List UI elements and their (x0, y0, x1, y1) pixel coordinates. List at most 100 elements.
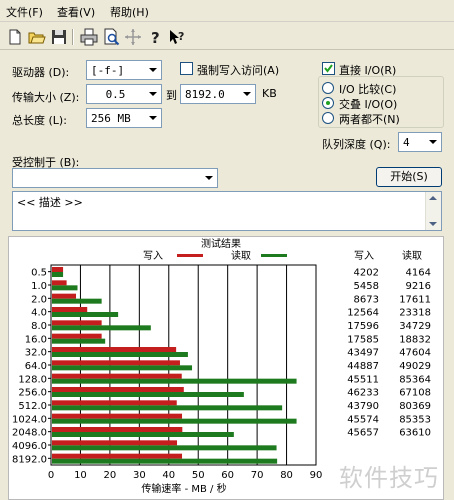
transfer-to-select[interactable]: 8192.0 (180, 84, 256, 104)
chevron-down-icon[interactable] (201, 170, 216, 186)
category-label: 1024.0 (12, 414, 47, 425)
kb-label: KB (262, 87, 277, 100)
help-icon[interactable]: ? (146, 28, 164, 47)
new-file-icon[interactable] (6, 28, 24, 46)
results-panel: 测试结果 写入 读取 写入 读取 0 10 20 30 40 50 60 70 80 90 传输速率 - MB… (8, 236, 444, 500)
chevron-down-icon[interactable] (145, 86, 160, 102)
read-value: 80369 (399, 401, 431, 412)
force-write-checkbox[interactable] (180, 62, 193, 75)
write-bar (52, 440, 178, 446)
write-value: 43790 (347, 401, 379, 412)
menu-view[interactable]: 查看(V) (57, 4, 95, 20)
write-bar (52, 293, 77, 299)
x-axis-label: 传输速率 - MB / 秒 (141, 482, 226, 495)
menu-file[interactable]: 文件(F) (6, 4, 43, 20)
scroll-down-icon[interactable] (429, 222, 437, 226)
category-label: 32.0 (25, 348, 47, 359)
drive-value: [-f-] (91, 64, 125, 77)
save-icon[interactable] (50, 28, 68, 46)
context-help-icon[interactable]: ? (168, 28, 186, 46)
read-value: 47604 (399, 348, 431, 359)
open-folder-icon[interactable] (28, 28, 46, 46)
total-length-select[interactable]: 256 MB (86, 108, 162, 128)
force-write-label: 强制写入访问(A) (197, 64, 280, 77)
category-label: 128.0 (18, 374, 47, 385)
read-bar (52, 405, 283, 411)
category-label: 4096.0 (12, 441, 47, 452)
print-icon[interactable] (80, 28, 98, 46)
total-length-value: 256 MB (91, 112, 131, 125)
print-preview-icon[interactable] (102, 28, 120, 46)
category-label: 0.5 (31, 268, 47, 279)
write-value: 45511 (347, 374, 379, 385)
description-box[interactable]: << 描述 >> (12, 191, 442, 231)
queue-depth-label: 队列深度 (Q): (322, 138, 391, 151)
read-value: 34729 (399, 321, 431, 332)
read-value: 17611 (399, 294, 431, 305)
transfer-from-select[interactable]: 0.5 (86, 84, 162, 104)
chevron-down-icon[interactable] (425, 134, 440, 150)
queue-depth-select[interactable]: 4 (398, 132, 442, 152)
x-tick-label: 80 (280, 470, 293, 481)
radio-compare[interactable] (322, 82, 334, 94)
chart-title: 测试结果 (201, 237, 241, 250)
transfer-from-value: 0.5 (105, 88, 126, 101)
transfer-to-value: 8192.0 (185, 88, 225, 101)
read-bar (52, 272, 64, 277)
write-value: 45657 (347, 428, 379, 439)
write-value: 12564 (347, 308, 379, 319)
read-value: 85364 (399, 374, 431, 385)
category-label: 256.0 (18, 388, 47, 399)
direct-io-checkbox[interactable] (322, 62, 335, 75)
write-value: 5458 (354, 281, 379, 292)
legend-write-swatch (177, 254, 203, 257)
legend-read-label: 读取 (231, 249, 251, 262)
read-value: 49029 (399, 361, 431, 372)
write-bar (52, 360, 180, 366)
radio-neither[interactable] (322, 112, 334, 124)
read-bar (52, 432, 234, 437)
chevron-down-icon[interactable] (145, 110, 160, 126)
category-label: 4.0 (31, 308, 47, 319)
write-bar (52, 267, 64, 272)
x-tick-label: 60 (221, 470, 234, 481)
read-value: 23318 (399, 308, 431, 319)
read-bar (52, 285, 78, 291)
write-value: 17596 (347, 321, 379, 332)
legend-write-label: 写入 (143, 250, 163, 262)
menu-help[interactable]: 帮助(H) (110, 4, 149, 20)
write-bar (52, 427, 183, 432)
move-icon[interactable] (124, 28, 142, 46)
watermark: 软件技巧 (339, 464, 439, 492)
read-column-header: 读取 (402, 249, 422, 262)
write-value: 4202 (354, 268, 379, 279)
category-label: 2048.0 (12, 428, 47, 439)
category-label: 1.0 (31, 281, 47, 292)
write-bar (52, 333, 102, 339)
drive-select[interactable]: [-f-] (86, 60, 162, 80)
read-bar (52, 338, 106, 344)
write-bar (52, 347, 177, 352)
chevron-down-icon[interactable] (145, 62, 160, 78)
write-value: 17585 (347, 334, 379, 345)
read-value: 18832 (399, 334, 431, 345)
write-value: 44887 (347, 361, 379, 372)
controlled-by-select[interactable] (12, 168, 218, 188)
to-label: 到 (166, 89, 177, 102)
x-tick-label: 0 (48, 470, 54, 481)
category-label: 8192.0 (12, 454, 47, 465)
scroll-up-icon[interactable] (429, 196, 437, 200)
menu-bar: 文件(F) 查看(V) 帮助(H) (0, 0, 454, 22)
chevron-down-icon[interactable] (239, 86, 254, 102)
read-bar (52, 365, 193, 371)
start-button[interactable]: 开始(S) (376, 167, 442, 187)
svg-text:?: ? (151, 29, 160, 46)
radio-overlap[interactable] (322, 97, 334, 109)
write-bar (52, 413, 183, 419)
description-scrollbar[interactable] (425, 192, 441, 230)
read-bar (52, 298, 102, 304)
drive-label: 驱动器 (D): (12, 66, 70, 79)
read-bar (52, 418, 297, 424)
toolbar-separator (72, 29, 74, 45)
write-bar (52, 280, 67, 286)
